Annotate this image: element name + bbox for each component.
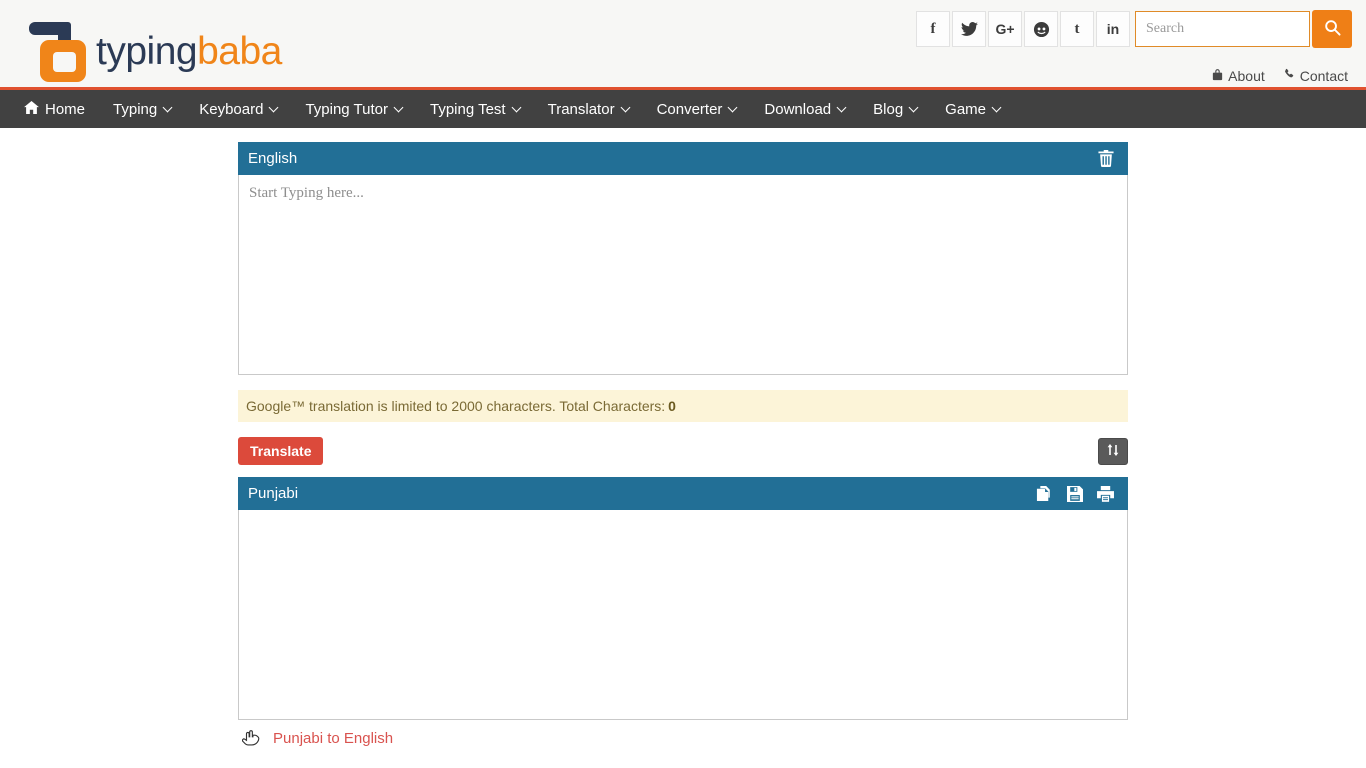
nav-item-home[interactable]: Home <box>10 90 99 128</box>
site-logo[interactable]: typingbaba <box>20 8 282 82</box>
nav-item-translator[interactable]: Translator <box>534 90 643 128</box>
header-utility-links: About Contact <box>1193 68 1348 84</box>
nav-label-converter: Converter <box>656 100 723 118</box>
chevron-down-icon <box>620 102 631 112</box>
target-panel-header: Punjabi <box>238 477 1128 510</box>
header-right-group: f G+ t in <box>916 10 1352 48</box>
target-panel-actions <box>1036 485 1114 502</box>
info-icon <box>1211 68 1228 84</box>
linkedin-glyph: in <box>1106 21 1120 37</box>
chevron-down-icon <box>991 102 1002 112</box>
search-icon <box>1324 19 1341 39</box>
about-link[interactable]: About <box>1211 68 1265 84</box>
facebook-glyph: f <box>930 20 936 37</box>
swap-languages-button[interactable] <box>1098 437 1128 465</box>
nav-item-blog[interactable]: Blog <box>859 90 931 128</box>
chevron-down-icon <box>511 102 522 112</box>
linkedin-icon[interactable]: in <box>1096 11 1130 47</box>
logo-text-typing: typing <box>96 30 198 73</box>
nav-item-converter[interactable]: Converter <box>643 90 751 128</box>
main-navigation: Home Typing Keyboard Typing Tutor Typing… <box>0 90 1366 128</box>
search-button[interactable] <box>1312 10 1352 48</box>
print-icon[interactable] <box>1097 485 1114 502</box>
nav-label-typing-tutor: Typing Tutor <box>305 100 388 118</box>
twitter-icon[interactable] <box>952 11 986 47</box>
nav-item-typing-test[interactable]: Typing Test <box>416 90 534 128</box>
source-textarea[interactable] <box>238 175 1128 375</box>
facebook-icon[interactable]: f <box>916 11 950 47</box>
nav-label-translator: Translator <box>547 100 615 118</box>
chevron-down-icon <box>268 102 279 112</box>
nav-label-home: Home <box>45 100 86 118</box>
nav-label-download: Download <box>764 100 832 118</box>
save-icon[interactable] <box>1067 485 1083 502</box>
punjabi-to-english-link[interactable]: Punjabi to English <box>273 730 393 747</box>
translate-button[interactable]: Translate <box>238 437 324 465</box>
logo-mark-icon <box>20 12 94 82</box>
reddit-icon[interactable] <box>1024 11 1058 47</box>
character-count: 0 <box>668 398 676 414</box>
about-label: About <box>1228 68 1265 84</box>
trash-icon[interactable] <box>1098 150 1114 167</box>
nav-item-keyboard[interactable]: Keyboard <box>185 90 291 128</box>
nav-label-typing: Typing <box>113 100 158 118</box>
contact-label: Contact <box>1299 68 1348 84</box>
nav-label-blog: Blog <box>873 100 904 118</box>
nav-item-typing[interactable]: Typing <box>99 90 185 128</box>
chevron-down-icon <box>908 102 919 112</box>
tumblr-glyph: t <box>1074 20 1080 37</box>
translator-main: English Google™ translation is limited t… <box>238 128 1128 747</box>
google-plus-glyph: G+ <box>995 21 1015 37</box>
logo-text-baba: baba <box>197 30 282 73</box>
reverse-translation-row: Punjabi to English <box>238 730 1128 747</box>
copy-icon[interactable] <box>1036 485 1053 502</box>
action-row: Translate <box>238 437 1128 465</box>
nav-label-game: Game <box>945 100 987 118</box>
nav-item-download[interactable]: Download <box>750 90 859 128</box>
logo-text: typingbaba <box>96 30 282 82</box>
contact-link[interactable]: Contact <box>1283 68 1348 84</box>
character-limit-notice: Google™ translation is limited to 2000 c… <box>238 390 1128 422</box>
chevron-down-icon <box>162 102 173 112</box>
chevron-down-icon <box>393 102 404 112</box>
search-input[interactable] <box>1135 11 1310 47</box>
target-output-area[interactable] <box>238 510 1128 720</box>
nav-item-game[interactable]: Game <box>931 90 1014 128</box>
chevron-down-icon <box>836 102 847 112</box>
nav-label-keyboard: Keyboard <box>199 100 264 118</box>
nav-label-typing-test: Typing Test <box>429 100 506 118</box>
chevron-down-icon <box>727 102 738 112</box>
notice-text: Google™ translation is limited to 2000 c… <box>246 398 666 414</box>
exchange-vertical-icon <box>1106 443 1120 460</box>
nav-item-typing-tutor[interactable]: Typing Tutor <box>291 90 416 128</box>
target-language-label: Punjabi <box>248 485 299 502</box>
source-language-label: English <box>248 150 298 167</box>
phone-icon <box>1283 68 1300 84</box>
google-plus-icon[interactable]: G+ <box>988 11 1022 47</box>
site-header: typingbaba f G+ t in Search About Contac… <box>0 0 1366 90</box>
tumblr-icon[interactable]: t <box>1060 11 1094 47</box>
pointing-hand-icon <box>242 730 261 747</box>
source-panel-header: English <box>238 142 1128 175</box>
home-icon <box>24 100 39 118</box>
